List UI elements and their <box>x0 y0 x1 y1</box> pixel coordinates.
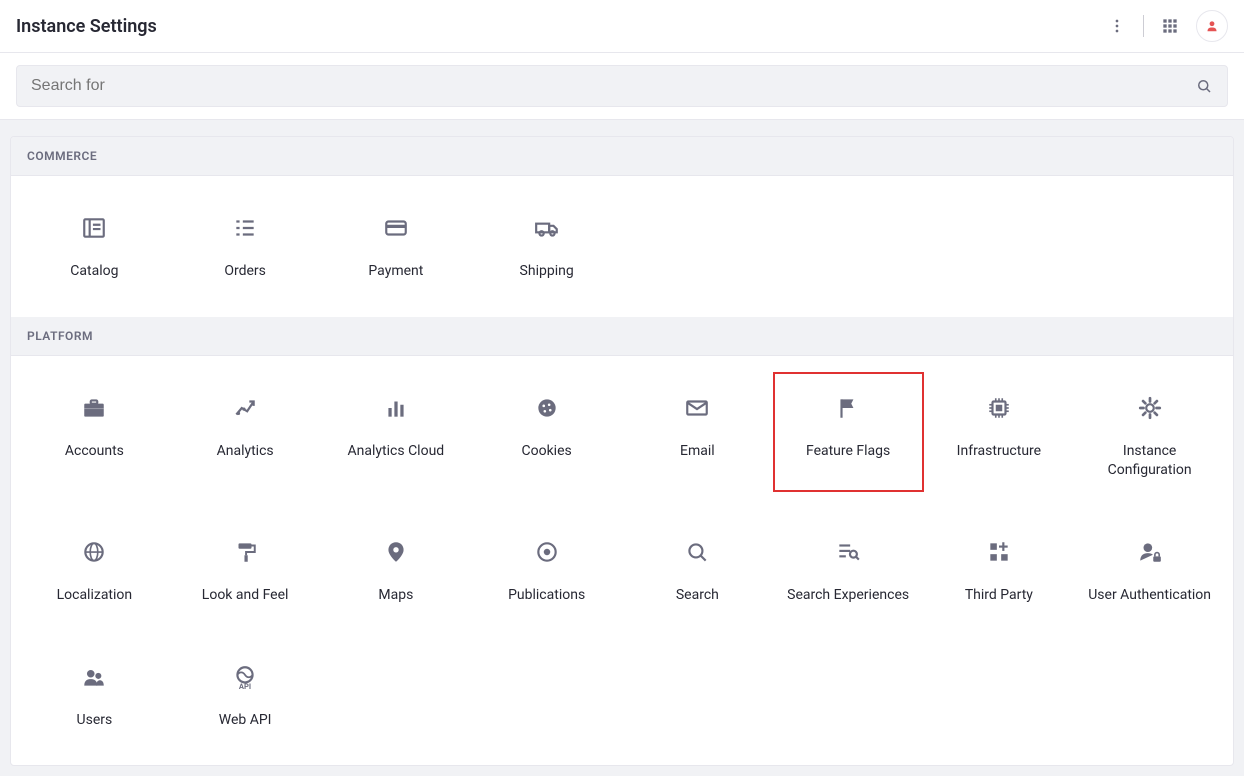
settings-tile-shipping[interactable]: Shipping <box>471 192 622 293</box>
tile-label: Users <box>77 711 113 730</box>
content: COMMERCE Catalog Orders Payment Shipping PLAT… <box>0 120 1244 776</box>
tile-label: Search Experiences <box>787 586 909 605</box>
map-pin-icon <box>372 528 420 576</box>
settings-tile-third-party[interactable]: Third Party <box>924 516 1075 617</box>
tile-label: Orders <box>224 262 266 281</box>
target-icon <box>523 528 571 576</box>
settings-tile-payment[interactable]: Payment <box>321 192 472 293</box>
search-button[interactable] <box>1181 77 1227 95</box>
tile-label: Third Party <box>965 586 1033 605</box>
tile-label: User Authentication <box>1088 586 1211 605</box>
settings-tile-web-api[interactable]: Web API <box>170 641 321 742</box>
settings-tile-feature-flags[interactable]: Feature Flags <box>773 372 924 492</box>
section-header: COMMERCE <box>11 137 1233 176</box>
page-title: Instance Settings <box>16 16 157 37</box>
settings-tile-orders[interactable]: Orders <box>170 192 321 293</box>
user-avatar[interactable] <box>1196 10 1228 42</box>
tile-label: Analytics Cloud <box>348 442 445 461</box>
settings-tile-analytics[interactable]: Analytics <box>170 372 321 492</box>
settings-tile-user-authentication[interactable]: User Authentication <box>1074 516 1225 617</box>
magnifier-icon <box>673 528 721 576</box>
catalog-icon <box>70 204 118 252</box>
api-icon <box>221 653 269 701</box>
topbar: Instance Settings <box>0 0 1244 53</box>
tile-label: Analytics <box>217 442 274 461</box>
tile-label: Web API <box>219 711 272 730</box>
settings-tile-localization[interactable]: Localization <box>19 516 170 617</box>
settings-tile-search-experiences[interactable]: Search Experiences <box>773 516 924 617</box>
settings-tile-infrastructure[interactable]: Infrastructure <box>924 372 1075 492</box>
tile-label: Maps <box>378 586 413 605</box>
flag-icon <box>824 384 872 432</box>
tile-label: Instance Configuration <box>1082 442 1217 480</box>
orders-icon <box>221 204 269 252</box>
bar-chart-icon <box>372 384 420 432</box>
settings-tile-publications[interactable]: Publications <box>471 516 622 617</box>
apps-grid-button[interactable] <box>1158 14 1182 38</box>
search-list-icon <box>824 528 872 576</box>
kebab-icon <box>1107 16 1127 36</box>
tile-label: Catalog <box>70 262 118 281</box>
user-lock-icon <box>1126 528 1174 576</box>
tile-label: Cookies <box>522 442 572 461</box>
shipping-icon <box>523 204 571 252</box>
tile-label: Look and Feel <box>202 586 289 605</box>
payment-icon <box>372 204 420 252</box>
briefcase-icon <box>70 384 118 432</box>
widgets-icon <box>975 528 1023 576</box>
settings-tile-email[interactable]: Email <box>622 372 773 492</box>
tile-label: Publications <box>508 586 585 605</box>
tile-label: Infrastructure <box>957 442 1041 461</box>
search-input[interactable] <box>17 77 1181 95</box>
email-icon <box>673 384 721 432</box>
tile-label: Accounts <box>65 442 124 461</box>
settings-tile-accounts[interactable]: Accounts <box>19 372 170 492</box>
settings-grid: Accounts Analytics Analytics Cloud Cookies E… <box>11 356 1233 766</box>
settings-tile-maps[interactable]: Maps <box>321 516 472 617</box>
grid-icon <box>1160 16 1180 36</box>
tile-label: Localization <box>57 586 133 605</box>
divider <box>1143 15 1144 37</box>
search-bar <box>0 53 1244 120</box>
paint-roller-icon <box>221 528 269 576</box>
tile-label: Search <box>676 586 719 605</box>
section-header: PLATFORM <box>11 317 1233 356</box>
topbar-actions <box>1105 10 1228 42</box>
settings-tile-catalog[interactable]: Catalog <box>19 192 170 293</box>
search-icon <box>1195 77 1213 95</box>
settings-tile-search[interactable]: Search <box>622 516 773 617</box>
tile-label: Feature Flags <box>806 442 890 461</box>
tile-label: Payment <box>368 262 423 281</box>
tile-label: Shipping <box>520 262 574 281</box>
gear-icon <box>1126 384 1174 432</box>
tile-label: Email <box>680 442 715 461</box>
search-box[interactable] <box>16 65 1228 107</box>
user-icon <box>1203 17 1221 35</box>
settings-tile-instance-configuration[interactable]: Instance Configuration <box>1074 372 1225 492</box>
users-icon <box>70 653 118 701</box>
settings-grid: Catalog Orders Payment Shipping <box>11 176 1233 317</box>
settings-tile-analytics-cloud[interactable]: Analytics Cloud <box>321 372 472 492</box>
chip-icon <box>975 384 1023 432</box>
settings-tile-cookies[interactable]: Cookies <box>471 372 622 492</box>
settings-panel: COMMERCE Catalog Orders Payment Shipping PLAT… <box>10 136 1234 766</box>
cookies-icon <box>523 384 571 432</box>
analytics-icon <box>221 384 269 432</box>
more-menu-button[interactable] <box>1105 14 1129 38</box>
globe-icon <box>70 528 118 576</box>
settings-tile-look-and-feel[interactable]: Look and Feel <box>170 516 321 617</box>
settings-tile-users[interactable]: Users <box>19 641 170 742</box>
